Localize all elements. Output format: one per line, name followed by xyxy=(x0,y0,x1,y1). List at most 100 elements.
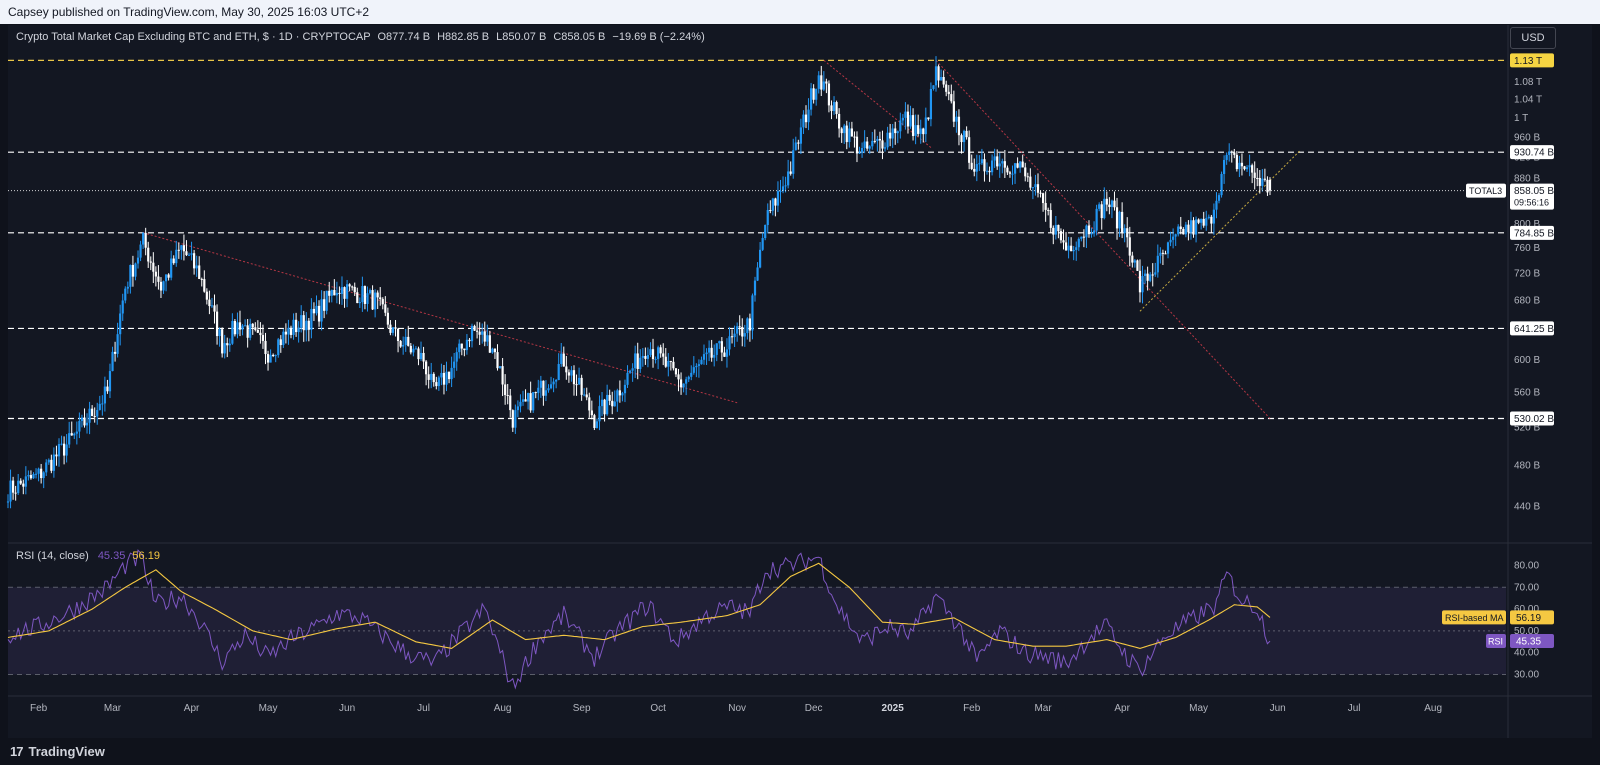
candle-body xyxy=(631,368,634,371)
candle-body xyxy=(1220,173,1223,196)
candle-body xyxy=(1133,260,1136,263)
candle-body xyxy=(98,403,101,411)
candle-body xyxy=(266,354,270,363)
candle-body xyxy=(476,330,479,332)
candle-body xyxy=(470,325,474,342)
candle-body xyxy=(14,492,17,494)
candle-body xyxy=(198,265,201,279)
candle-body xyxy=(307,320,310,330)
time-tick-label: Jun xyxy=(339,703,355,714)
candle-body xyxy=(983,159,986,172)
candle-body xyxy=(583,394,586,396)
candle-body xyxy=(1054,224,1057,235)
candle-body xyxy=(284,331,287,335)
rsi-tag: 45.35 xyxy=(1516,637,1541,648)
candle-body xyxy=(891,128,894,139)
candle-body xyxy=(1268,179,1272,191)
candle-body xyxy=(501,366,504,385)
candle-body xyxy=(440,372,443,378)
candle-body xyxy=(1059,231,1063,241)
candle-body xyxy=(1225,154,1228,160)
candle-body xyxy=(906,111,910,127)
candle-body xyxy=(70,433,73,436)
candle-body xyxy=(917,125,920,134)
candle-body xyxy=(404,336,407,346)
candle-body xyxy=(453,361,456,368)
candle-body xyxy=(832,102,836,112)
rsi-tick-label: 70.00 xyxy=(1514,582,1539,593)
candle-body xyxy=(866,141,869,149)
candle-body xyxy=(1034,184,1037,188)
candle-body xyxy=(521,399,525,402)
candle-body xyxy=(498,366,502,369)
candle-body xyxy=(871,140,874,147)
rsi-tick-label: 40.00 xyxy=(1514,648,1539,659)
rsi-tick-label: 80.00 xyxy=(1514,560,1539,571)
price-tick-label: 1 T xyxy=(1514,113,1528,124)
candle-body xyxy=(300,315,303,328)
candle-body xyxy=(748,318,752,331)
candle-body xyxy=(799,127,802,144)
candle-body xyxy=(422,352,425,362)
candle-body xyxy=(853,136,856,138)
candle-body xyxy=(447,371,451,380)
candle-body xyxy=(937,66,940,81)
candle-body xyxy=(904,111,907,118)
candle-body xyxy=(889,132,892,139)
candle-body xyxy=(493,348,497,353)
candle-body xyxy=(998,163,1001,167)
candle-body xyxy=(896,131,899,134)
candle-body xyxy=(6,501,10,503)
candle-body xyxy=(927,117,930,120)
candle-body xyxy=(22,483,25,487)
candle-body xyxy=(27,475,30,477)
candle-body xyxy=(504,384,507,396)
candle-body xyxy=(741,326,744,337)
candle-body xyxy=(669,360,672,362)
candle-body xyxy=(580,377,583,395)
candle-body xyxy=(830,105,833,112)
candle-body xyxy=(101,403,104,405)
price-tick-label: 960 B xyxy=(1514,133,1540,144)
candle-body xyxy=(1177,226,1180,235)
candle-body xyxy=(1261,178,1264,186)
candle-body xyxy=(185,251,188,256)
candle-body xyxy=(537,387,540,393)
candle-body xyxy=(636,353,639,369)
candle-body xyxy=(639,357,642,369)
candle-body xyxy=(700,359,703,365)
currency-button[interactable]: USD xyxy=(1510,27,1556,49)
candle-body xyxy=(333,289,336,296)
tradingview-logo-icon: 17 xyxy=(10,744,24,759)
candle-body xyxy=(124,288,127,301)
candle-body xyxy=(606,394,609,415)
high-value: H882.85 B xyxy=(437,31,490,43)
candle-body xyxy=(1240,162,1244,167)
candle-body xyxy=(646,354,650,359)
candle-body xyxy=(162,281,165,291)
candle-body xyxy=(200,278,203,280)
candle-body xyxy=(358,302,361,304)
candle-body xyxy=(713,354,716,358)
candle-body xyxy=(1098,204,1101,209)
candle-body xyxy=(119,313,122,335)
candle-body xyxy=(991,160,994,173)
candle-body xyxy=(876,138,879,142)
candle-body xyxy=(417,348,420,360)
candle-body xyxy=(659,347,662,354)
candle-body xyxy=(644,356,647,359)
candle-body xyxy=(75,431,78,434)
candle-body xyxy=(259,332,262,336)
candle-body xyxy=(1166,242,1170,254)
chart-canvas[interactable]: 1.08 T1.04 T1 T960 B920 B880 B800 B760 B… xyxy=(0,0,1600,765)
candle-body xyxy=(873,140,876,142)
candle-body xyxy=(159,281,163,291)
candle-body xyxy=(1080,236,1083,239)
time-tick-label: Aug xyxy=(1424,703,1442,714)
candle-body xyxy=(957,116,961,136)
candle-body xyxy=(600,399,604,407)
candle-body xyxy=(1100,204,1103,219)
candle-body xyxy=(381,299,384,305)
candle-body xyxy=(555,379,558,382)
candle-body xyxy=(1258,177,1261,186)
